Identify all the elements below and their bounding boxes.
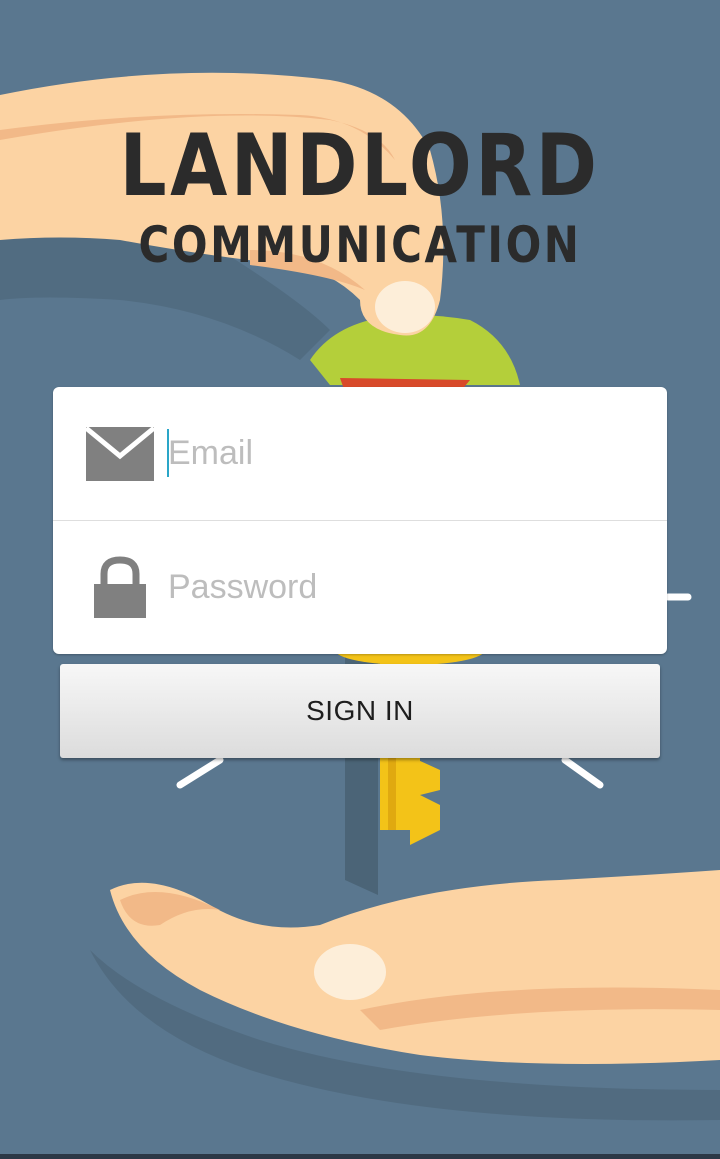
- password-field[interactable]: [53, 521, 667, 654]
- login-form: [53, 387, 667, 654]
- logo-title: LANDLORD: [119, 116, 601, 216]
- envelope-icon: [85, 419, 155, 489]
- bottom-edge: [0, 1154, 720, 1159]
- app-logo: LANDLORD COMMUNICATION: [0, 118, 720, 274]
- sign-in-button[interactable]: SIGN IN: [60, 664, 660, 758]
- email-field[interactable]: [53, 387, 667, 521]
- lock-icon: [85, 553, 155, 623]
- logo-subtitle: COMMUNICATION: [138, 216, 582, 274]
- email-input[interactable]: [168, 423, 638, 484]
- password-input[interactable]: [168, 557, 638, 618]
